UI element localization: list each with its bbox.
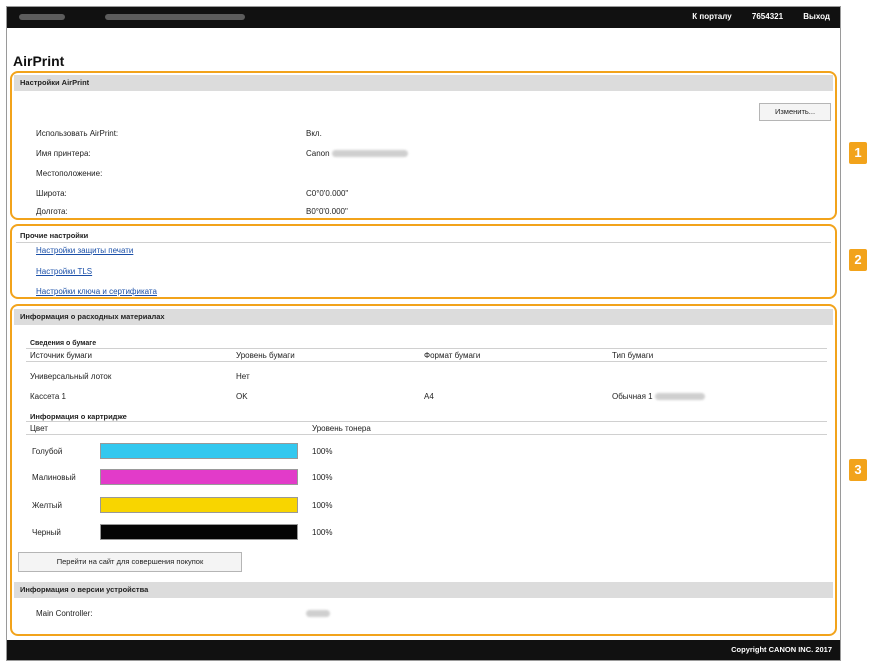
longitude-value: В0°0'0.000" bbox=[306, 207, 348, 216]
location-label: Местоположение: bbox=[36, 169, 103, 178]
paper-info-title: Сведения о бумаге bbox=[30, 340, 97, 347]
divider bbox=[26, 421, 827, 422]
other-settings-panel: Прочие настройки Настройки защиты печати… bbox=[10, 224, 837, 299]
print-security-settings-link[interactable]: Настройки защиты печати bbox=[36, 246, 133, 255]
cyan-toner-bar bbox=[100, 443, 298, 459]
divider bbox=[26, 348, 827, 349]
use-airprint-value: Вкл. bbox=[306, 129, 322, 138]
cartridge-magenta-label: Малиновый bbox=[32, 473, 76, 482]
latitude-label: Широта: bbox=[36, 189, 67, 198]
logout-link[interactable]: Выход bbox=[803, 12, 830, 21]
paper-row-level: OK bbox=[236, 392, 248, 401]
printer-name-label: Имя принтера: bbox=[36, 149, 91, 158]
cartridge-col-level: Уровень тонера bbox=[312, 424, 371, 433]
cartridge-black-label: Черный bbox=[32, 528, 61, 537]
browser-frame: К порталу 7654321 Выход AirPrint Настрой… bbox=[6, 6, 841, 661]
use-airprint-label: Использовать AirPrint: bbox=[36, 129, 119, 138]
yellow-toner-bar bbox=[100, 497, 298, 513]
paper-col-type: Тип бумаги bbox=[612, 351, 654, 360]
other-settings-header: Прочие настройки bbox=[20, 231, 89, 240]
divider bbox=[26, 361, 827, 362]
portal-link[interactable]: К порталу bbox=[692, 12, 731, 21]
callout-badge-2: 2 bbox=[849, 249, 867, 271]
paper-row-type: Обычная 1 bbox=[612, 392, 705, 401]
breadcrumb-blurred bbox=[19, 14, 65, 20]
paper-row-size: A4 bbox=[424, 392, 434, 401]
main-controller-label: Main Controller: bbox=[36, 609, 93, 618]
divider bbox=[26, 434, 827, 435]
cartridge-col-color: Цвет bbox=[30, 424, 48, 433]
page-title: AirPrint bbox=[13, 53, 65, 69]
user-id-label: 7654321 bbox=[751, 12, 784, 21]
black-toner-bar bbox=[100, 524, 298, 540]
cartridge-yellow-level: 100% bbox=[312, 501, 333, 510]
footer: Copyright CANON INC. 2017 bbox=[7, 640, 840, 660]
paper-row-level: Нет bbox=[236, 372, 250, 381]
magenta-toner-bar bbox=[100, 469, 298, 485]
breadcrumb-blurred bbox=[105, 14, 245, 20]
top-links: К порталу 7654321 Выход bbox=[674, 12, 830, 21]
latitude-value: С0°0'0.000" bbox=[306, 189, 349, 198]
callout-badge-1: 1 bbox=[849, 142, 867, 164]
edit-button[interactable]: Изменить... bbox=[759, 103, 831, 121]
airprint-settings-panel: Настройки AirPrint Изменить... Использов… bbox=[10, 71, 837, 220]
callout-badge-3: 3 bbox=[849, 459, 867, 481]
cartridge-magenta-level: 100% bbox=[312, 473, 333, 482]
device-version-header: Информация о версии устройства bbox=[14, 582, 833, 598]
printer-name-value: Canon bbox=[306, 149, 408, 158]
consumables-header: Информация о расходных материалах bbox=[14, 309, 833, 325]
paper-row-source: Универсальный лоток bbox=[30, 372, 112, 381]
shop-button[interactable]: Перейти на сайт для совершения покупок bbox=[18, 552, 242, 572]
paper-row-source: Кассета 1 bbox=[30, 392, 66, 401]
paper-col-size: Формат бумаги bbox=[424, 351, 481, 360]
cartridge-cyan-level: 100% bbox=[312, 447, 333, 456]
paper-col-source: Источник бумаги bbox=[30, 351, 93, 360]
top-bar: К порталу 7654321 Выход bbox=[7, 7, 840, 28]
divider bbox=[16, 242, 831, 243]
cartridge-cyan-label: Голубой bbox=[32, 447, 63, 456]
cartridge-info-title: Информация о картридже bbox=[30, 412, 127, 421]
cartridge-black-level: 100% bbox=[312, 528, 333, 537]
paper-col-level: Уровень бумаги bbox=[236, 351, 295, 360]
main-controller-value bbox=[306, 609, 330, 618]
cartridge-yellow-label: Желтый bbox=[32, 501, 63, 510]
tls-settings-link[interactable]: Настройки TLS bbox=[36, 267, 92, 276]
consumables-panel: Информация о расходных материалах Сведен… bbox=[10, 304, 837, 636]
key-certificate-settings-link[interactable]: Настройки ключа и сертификата bbox=[36, 287, 157, 296]
airprint-settings-header: Настройки AirPrint bbox=[14, 75, 833, 91]
longitude-label: Долгота: bbox=[36, 207, 68, 216]
